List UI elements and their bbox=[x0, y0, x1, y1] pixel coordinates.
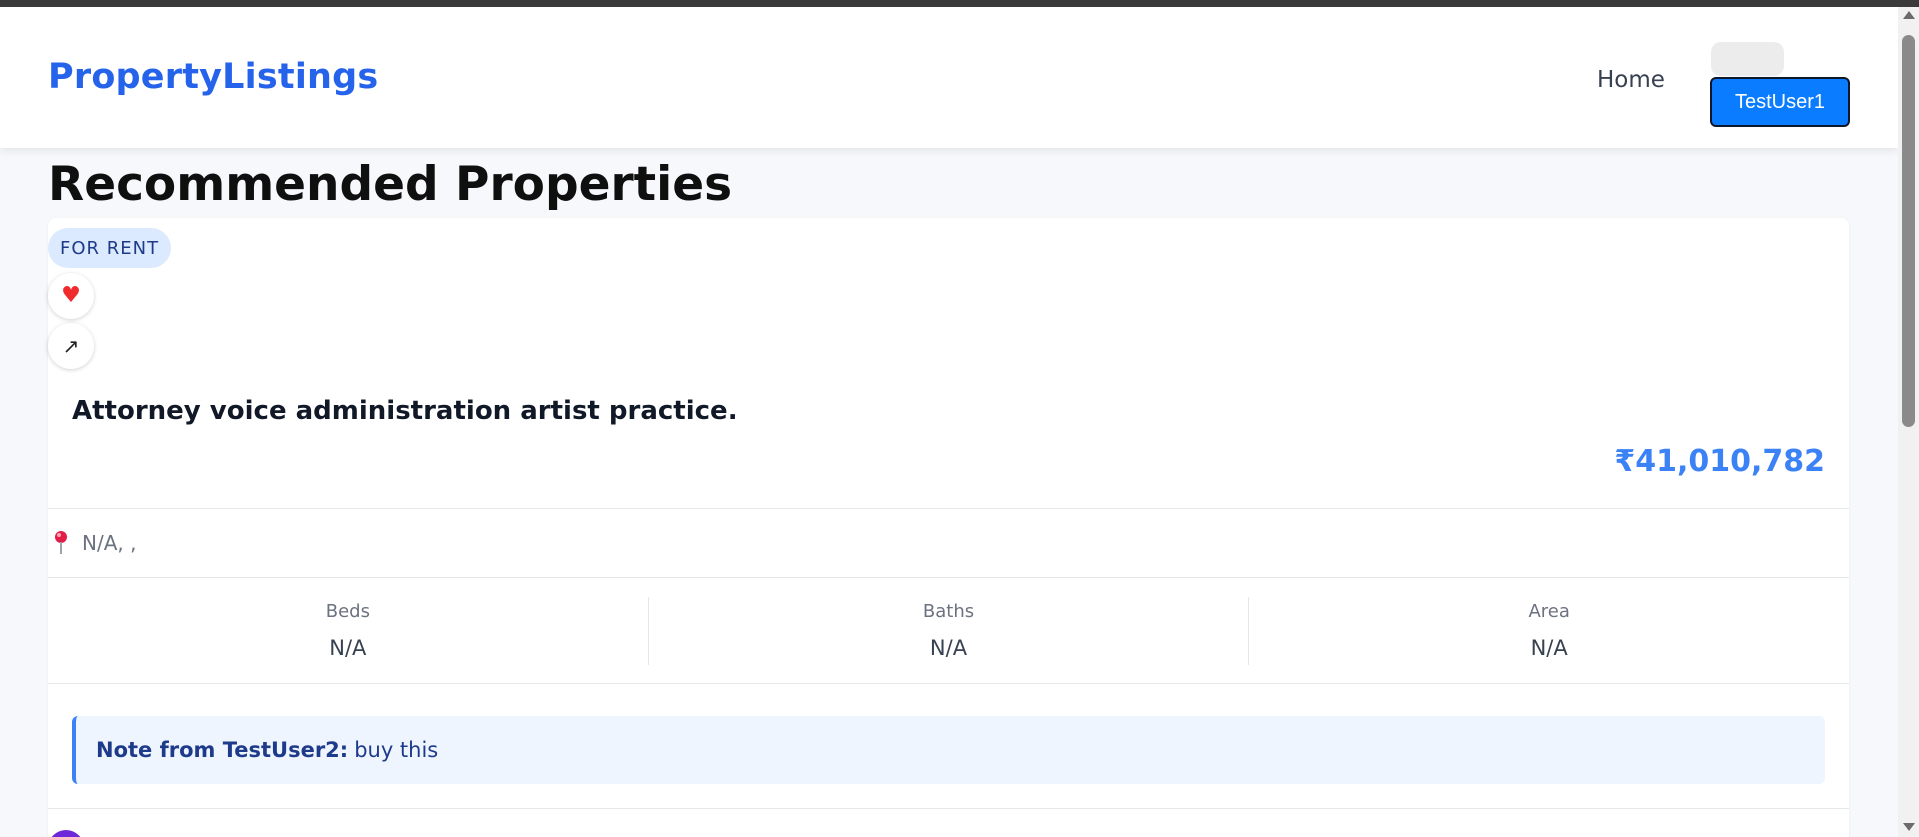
scroll-down-arrow-icon[interactable] bbox=[1903, 823, 1915, 831]
listing-title[interactable]: Attorney voice administration artist pra… bbox=[72, 396, 738, 426]
avatar[interactable]: TE bbox=[48, 830, 84, 837]
stat-area: Area N/A bbox=[1248, 597, 1849, 665]
nav-home-link[interactable]: Home bbox=[1597, 67, 1665, 93]
location-row: N/A, , bbox=[48, 508, 1849, 577]
stat-label: Beds bbox=[325, 601, 370, 622]
location-text: N/A, , bbox=[82, 530, 137, 555]
brand-logo-text[interactable]: PropertyListings bbox=[48, 57, 378, 97]
divider bbox=[48, 683, 1849, 684]
divider bbox=[48, 577, 1849, 578]
divider bbox=[48, 808, 1849, 809]
scroll-thumb[interactable] bbox=[1902, 35, 1915, 427]
user-menu-button[interactable]: TestUser1 bbox=[1710, 77, 1850, 127]
property-card[interactable]: FOR RENT ♥ ↗ Attorney voice administrati… bbox=[48, 218, 1849, 837]
site-header: PropertyListings Home TestUser1 bbox=[0, 7, 1898, 148]
share-button[interactable]: ↗ bbox=[48, 323, 94, 369]
shared-note: Note from TestUser2: buy this bbox=[72, 716, 1825, 784]
vertical-scrollbar[interactable] bbox=[1898, 7, 1919, 837]
stat-baths: Baths N/A bbox=[647, 597, 1249, 665]
share-arrow-icon: ↗ bbox=[62, 334, 80, 358]
listing-type-badge: FOR RENT bbox=[48, 228, 172, 268]
heart-icon: ♥ bbox=[61, 283, 81, 308]
stat-value: N/A bbox=[1530, 636, 1568, 660]
stat-value: N/A bbox=[929, 636, 968, 660]
browser-top-strip bbox=[0, 0, 1919, 7]
note-author-label: Note from TestUser2: bbox=[96, 738, 349, 762]
page: PropertyListings Home TestUser1 Recommen… bbox=[0, 7, 1898, 837]
listing-price: ₹41,010,782 bbox=[1614, 444, 1825, 479]
stat-value: N/A bbox=[329, 636, 367, 660]
stat-beds: Beds N/A bbox=[48, 597, 648, 665]
property-stats: Beds N/A Baths N/A Area N/A bbox=[48, 597, 1849, 665]
placeholder-chip bbox=[1711, 42, 1784, 76]
stat-label: Baths bbox=[922, 601, 975, 622]
map-pin-icon bbox=[54, 530, 68, 556]
favorite-button[interactable]: ♥ bbox=[48, 273, 94, 319]
page-title: Recommended Properties bbox=[48, 157, 733, 212]
note-text: buy this bbox=[354, 738, 439, 762]
stat-label: Area bbox=[1528, 601, 1570, 622]
scroll-up-arrow-icon[interactable] bbox=[1903, 11, 1915, 19]
